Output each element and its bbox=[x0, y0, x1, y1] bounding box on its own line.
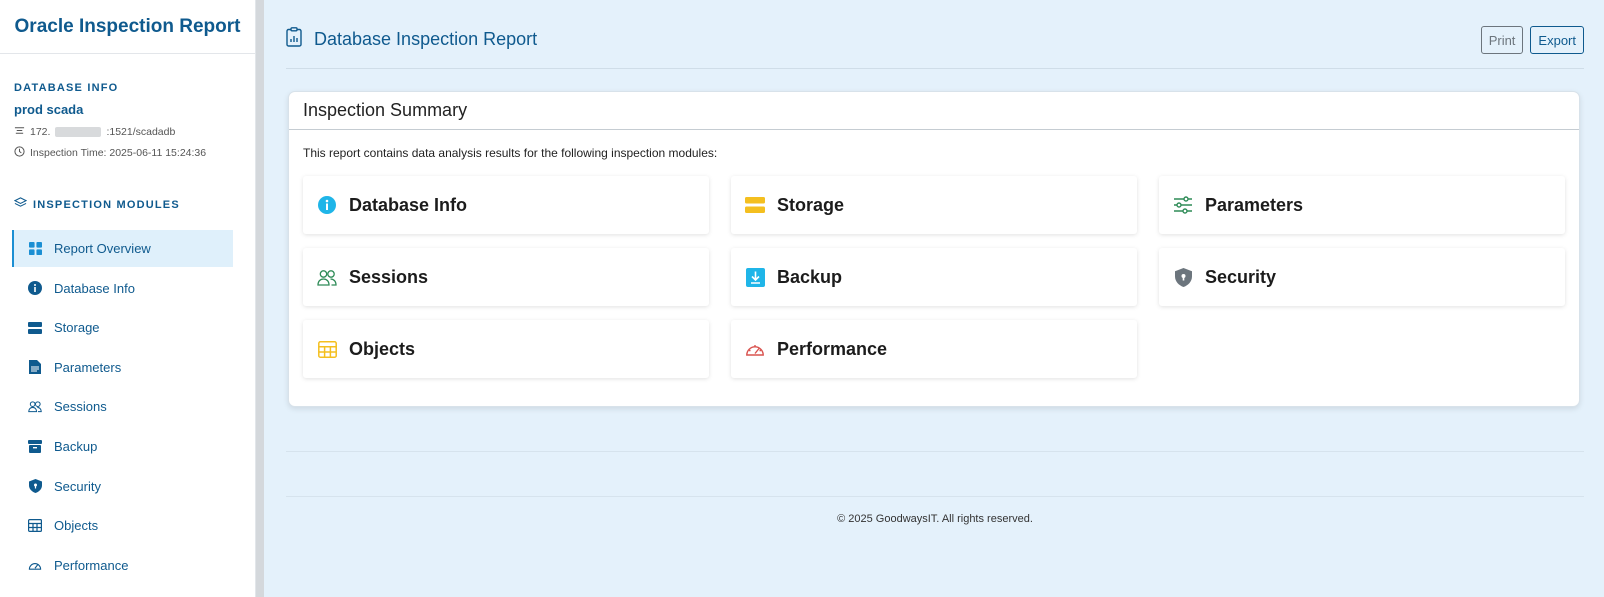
speedometer-icon bbox=[745, 339, 765, 359]
archive-icon bbox=[28, 439, 42, 453]
info-icon bbox=[28, 281, 42, 296]
connection-host: 172. bbox=[30, 126, 51, 138]
module-tile-label: Performance bbox=[777, 338, 888, 359]
sidebar-item-backup[interactable]: Backup bbox=[12, 428, 233, 465]
sidebar-brand: Oracle Inspection Report bbox=[0, 0, 255, 54]
sidebar-item-security[interactable]: Security bbox=[12, 468, 233, 505]
sidebar-item-label: Sessions bbox=[54, 399, 107, 415]
sidebar-item-storage[interactable]: Storage bbox=[12, 309, 233, 346]
page-title: Database Inspection Report bbox=[286, 27, 537, 52]
print-button[interactable]: Print bbox=[1480, 26, 1524, 54]
module-tile-objects[interactable]: Objects bbox=[303, 320, 709, 378]
shield-icon bbox=[1173, 267, 1193, 287]
module-tile-label: Sessions bbox=[349, 266, 429, 287]
info-icon bbox=[317, 195, 337, 215]
sidebar-item-label: Parameters bbox=[54, 359, 122, 375]
sidebar-item-label: Report Overview bbox=[54, 241, 151, 256]
module-grid: Database Info Storage Parameters Session… bbox=[303, 176, 1567, 378]
database-name: prod scada bbox=[14, 102, 84, 117]
people-icon bbox=[317, 267, 337, 287]
inspection-time: Inspection Time: 2025-06-11 15:24:36 bbox=[14, 146, 241, 160]
page-header: Database Inspection Report Print Export bbox=[286, 0, 1584, 69]
module-tile-label: Security bbox=[1205, 266, 1277, 287]
modules-heading: INSPECTION MODULES bbox=[0, 160, 255, 214]
app-title: Oracle Inspection Report bbox=[14, 15, 241, 37]
module-tile-database-info[interactable]: Database Info bbox=[303, 176, 709, 234]
connection-string: 172. :1521/scadadb bbox=[14, 125, 241, 139]
sidebar-item-label: Objects bbox=[54, 518, 99, 534]
module-tile-parameters[interactable]: Parameters bbox=[1159, 176, 1565, 234]
server-icon bbox=[14, 125, 25, 139]
storage-icon bbox=[745, 195, 765, 215]
module-tile-sessions[interactable]: Sessions bbox=[303, 248, 709, 306]
module-tile-storage[interactable]: Storage bbox=[731, 176, 1137, 234]
people-icon bbox=[28, 400, 42, 414]
sidebar-item-report-overview[interactable]: Report Overview bbox=[12, 230, 233, 267]
card-header: Inspection Summary bbox=[289, 92, 1579, 130]
sidebar: Oracle Inspection Report DATABASE INFO p… bbox=[0, 0, 256, 597]
module-tile-security[interactable]: Security bbox=[1159, 248, 1565, 306]
grid-icon bbox=[28, 242, 42, 256]
export-button[interactable]: Export bbox=[1530, 26, 1584, 54]
card-title: Inspection Summary bbox=[303, 100, 468, 120]
sidebar-item-label: Database Info bbox=[54, 280, 135, 296]
sidebar-item-database-info[interactable]: Database Info bbox=[12, 270, 233, 307]
main-content: Database Inspection Report Print Export … bbox=[264, 0, 1604, 597]
document-icon bbox=[28, 360, 42, 375]
sidebar-item-label: Performance bbox=[54, 557, 129, 573]
module-tile-label: Database Info bbox=[349, 194, 468, 215]
module-tile-backup[interactable]: Backup bbox=[731, 248, 1137, 306]
sidebar-item-label: Backup bbox=[54, 438, 98, 454]
divider bbox=[286, 496, 1584, 497]
redacted-ip bbox=[55, 127, 102, 137]
footer-copyright: © 2025 GoodwaysIT. All rights reserved. bbox=[837, 513, 1033, 525]
database-info-heading: DATABASE INFO bbox=[14, 82, 119, 94]
clock-icon bbox=[14, 146, 25, 160]
page-title-text: Database Inspection Report bbox=[314, 29, 538, 49]
inspection-time-text: Inspection Time: 2025-06-11 15:24:36 bbox=[30, 147, 207, 159]
module-tile-label: Storage bbox=[777, 194, 845, 215]
clipboard-chart-icon bbox=[286, 27, 302, 52]
module-tile-label: Backup bbox=[777, 266, 843, 287]
module-tile-label: Objects bbox=[349, 338, 416, 359]
module-tile-performance[interactable]: Performance bbox=[731, 320, 1137, 378]
sidebar-item-objects[interactable]: Objects bbox=[12, 507, 233, 544]
connection-port-service: :1521/scadadb bbox=[106, 126, 176, 138]
sidebar-scrollbar[interactable] bbox=[256, 0, 264, 597]
table-icon bbox=[28, 519, 42, 533]
summary-description: This report contains data analysis resul… bbox=[303, 146, 718, 160]
shield-icon bbox=[28, 479, 42, 494]
divider bbox=[286, 451, 1584, 452]
header-actions: Print Export bbox=[1480, 26, 1584, 54]
modules-heading-label: INSPECTION MODULES bbox=[33, 199, 180, 211]
sidebar-item-sessions[interactable]: Sessions bbox=[12, 388, 233, 425]
table-icon bbox=[317, 339, 337, 359]
sidebar-item-performance[interactable]: Performance bbox=[12, 547, 233, 584]
storage-icon bbox=[28, 321, 42, 335]
module-nav: Report Overview Database Info Storage Pa… bbox=[0, 230, 255, 584]
download-icon bbox=[745, 267, 765, 287]
layers-icon bbox=[13, 196, 28, 214]
sliders-icon bbox=[1173, 195, 1193, 215]
sidebar-item-parameters[interactable]: Parameters bbox=[12, 349, 233, 386]
inspection-summary-card: Inspection Summary This report contains … bbox=[288, 91, 1580, 407]
sidebar-item-label: Security bbox=[54, 478, 101, 494]
module-tile-label: Parameters bbox=[1205, 194, 1304, 215]
database-info-panel: DATABASE INFO prod scada 172. :1521/scada… bbox=[0, 54, 255, 160]
sidebar-item-label: Storage bbox=[54, 320, 100, 336]
speedometer-icon bbox=[28, 558, 42, 572]
